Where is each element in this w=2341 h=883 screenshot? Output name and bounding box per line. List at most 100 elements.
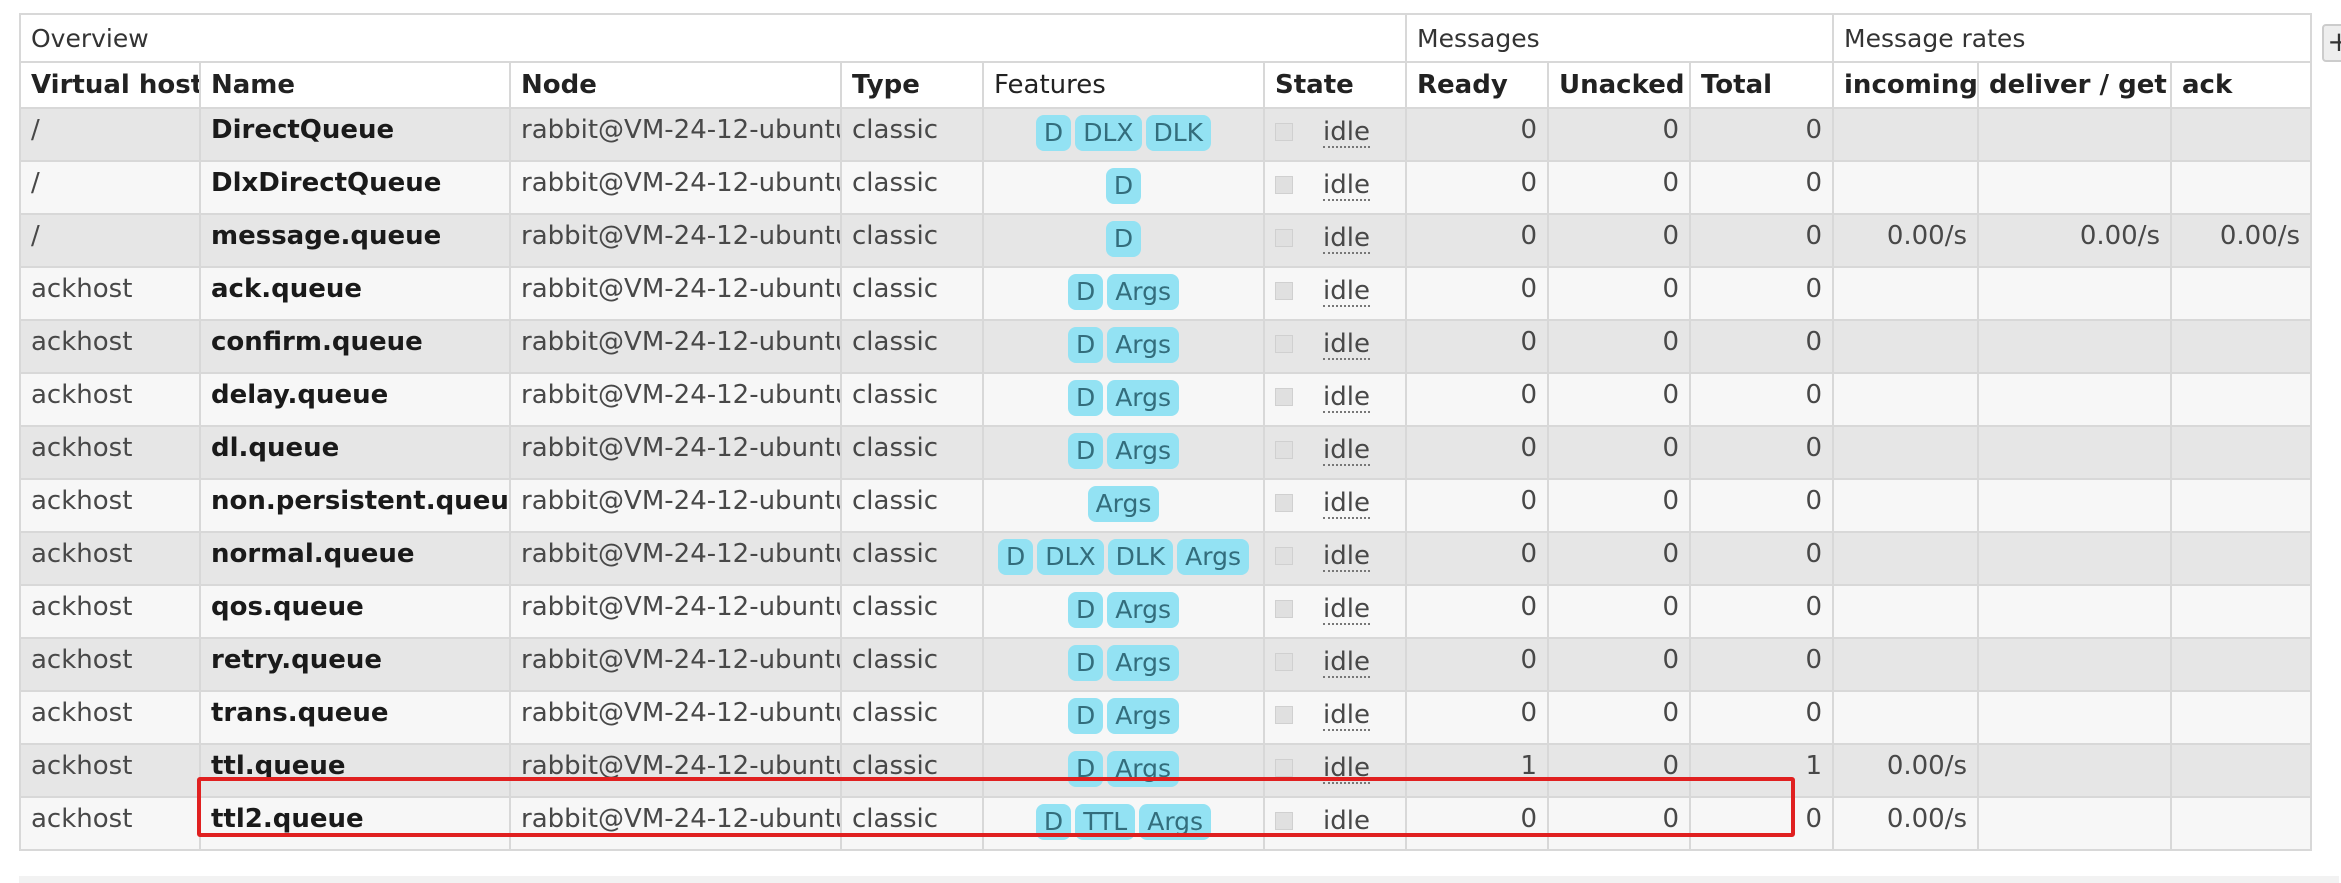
queue-name-link[interactable]: retry.queue — [199, 637, 511, 692]
queue-name-link[interactable]: DirectQueue — [199, 107, 511, 162]
type-cell: classic — [840, 796, 984, 851]
ready-cell: 0 — [1405, 584, 1550, 639]
queues-panel: Overview Messages Message rates Virtual … — [18, 13, 2313, 851]
state-cell: idle — [1262, 372, 1408, 427]
state-indicator-icon — [1275, 812, 1293, 830]
col-state[interactable]: State — [1262, 61, 1408, 109]
state-cell: idle — [1262, 531, 1408, 586]
incoming-rate-cell — [1832, 107, 1980, 162]
queue-row[interactable]: ackhost trans.queue rabbit@VM-24-12-ubuntu… — [19, 690, 2313, 745]
state-label: idle — [1323, 435, 1370, 466]
add-columns-button[interactable]: + — [2322, 24, 2341, 62]
vhost-cell: ackhost — [19, 584, 201, 639]
feature-badge: D — [998, 539, 1034, 575]
incoming-rate-cell — [1832, 584, 1980, 639]
queue-name-link[interactable]: trans.queue — [199, 690, 511, 745]
queue-row[interactable]: ackhost ttl2.queue rabbit@VM-24-12-ubuntu c… — [19, 796, 2313, 851]
queue-row[interactable]: / DlxDirectQueue rabbit@VM-24-12-ubuntu cla… — [19, 160, 2313, 215]
queue-name-link[interactable]: normal.queue — [199, 531, 511, 586]
queue-name-link[interactable]: ttl.queue — [199, 743, 511, 798]
vhost-cell: ackhost — [19, 478, 201, 533]
queue-name-link[interactable]: dl.queue — [199, 425, 511, 480]
col-total[interactable]: Total — [1689, 61, 1835, 109]
ack-rate-cell: 0.00/s — [2170, 213, 2313, 268]
queue-rows: / DirectQueue rabbit@VM-24-12-ubuntu classi… — [19, 107, 2313, 851]
node-cell: rabbit@VM-24-12-ubuntu — [509, 160, 842, 215]
ack-rate-cell — [2170, 372, 2313, 427]
state-indicator-icon — [1275, 653, 1293, 671]
col-incoming[interactable]: incoming — [1832, 61, 1980, 109]
state-cell: idle — [1262, 160, 1408, 215]
state-indicator-icon — [1275, 706, 1293, 724]
queue-row[interactable]: ackhost delay.queue rabbit@VM-24-12-ubuntu… — [19, 372, 2313, 427]
feature-badge: D — [1067, 698, 1104, 734]
vhost-cell: / — [19, 213, 201, 268]
ack-rate-cell — [2170, 531, 2313, 586]
node-cell: rabbit@VM-24-12-ubuntu — [509, 478, 842, 533]
queue-row[interactable]: / DirectQueue rabbit@VM-24-12-ubuntu classi… — [19, 107, 2313, 162]
ready-cell: 0 — [1405, 160, 1550, 215]
col-ack[interactable]: ack — [2170, 61, 2313, 109]
feature-badge: TTL — [1075, 804, 1136, 840]
total-cell: 0 — [1689, 690, 1835, 745]
col-unacked[interactable]: Unacked — [1547, 61, 1692, 109]
col-ready[interactable]: Ready — [1405, 61, 1550, 109]
queue-name-link[interactable]: non.persistent.queue — [199, 478, 511, 533]
group-message-rates: Message rates — [1832, 13, 2313, 63]
ack-rate-cell — [2170, 796, 2313, 851]
deliver-get-rate-cell — [1977, 478, 2173, 533]
type-cell: classic — [840, 584, 984, 639]
state-label: idle — [1323, 382, 1370, 413]
queue-row[interactable]: ackhost qos.queue rabbit@VM-24-12-ubuntu cl… — [19, 584, 2313, 639]
queue-name-link[interactable]: DlxDirectQueue — [199, 160, 511, 215]
total-cell: 0 — [1689, 531, 1835, 586]
queue-row[interactable]: ackhost retry.queue rabbit@VM-24-12-ubuntu… — [19, 637, 2313, 692]
feature-badge: D — [1067, 751, 1104, 787]
type-cell: classic — [840, 743, 984, 798]
queue-row[interactable]: ackhost ack.queue rabbit@VM-24-12-ubuntu cl… — [19, 266, 2313, 321]
vhost-cell: ackhost — [19, 637, 201, 692]
features-cell: D Args — [982, 372, 1265, 427]
deliver-get-rate-cell — [1977, 425, 2173, 480]
feature-badge: Args — [1107, 592, 1180, 628]
features-cell: D Args — [982, 584, 1265, 639]
ack-rate-cell — [2170, 160, 2313, 215]
total-cell: 0 — [1689, 637, 1835, 692]
feature-badge: D — [1067, 327, 1104, 363]
queue-row[interactable]: ackhost dl.queue rabbit@VM-24-12-ubuntu cla… — [19, 425, 2313, 480]
vhost-cell: / — [19, 107, 201, 162]
ready-cell: 0 — [1405, 531, 1550, 586]
state-indicator-icon — [1275, 123, 1293, 141]
queue-name-link[interactable]: message.queue — [199, 213, 511, 268]
queue-row[interactable]: ackhost confirm.queue rabbit@VM-24-12-ubun… — [19, 319, 2313, 374]
ack-rate-cell — [2170, 478, 2313, 533]
state-indicator-icon — [1275, 282, 1293, 300]
ready-cell: 0 — [1405, 213, 1550, 268]
incoming-rate-cell — [1832, 372, 1980, 427]
queue-name-link[interactable]: ttl2.queue — [199, 796, 511, 851]
vhost-cell: ackhost — [19, 690, 201, 745]
queue-row[interactable]: ackhost ttl.queue rabbit@VM-24-12-ubuntu cl… — [19, 743, 2313, 798]
node-cell: rabbit@VM-24-12-ubuntu — [509, 319, 842, 374]
state-label: idle — [1323, 488, 1370, 519]
type-cell: classic — [840, 637, 984, 692]
col-type[interactable]: Type — [840, 61, 984, 109]
col-node[interactable]: Node — [509, 61, 842, 109]
col-vhost[interactable]: Virtual host — [19, 61, 201, 109]
total-cell: 0 — [1689, 425, 1835, 480]
node-cell: rabbit@VM-24-12-ubuntu — [509, 531, 842, 586]
feature-badge: Args — [1177, 539, 1249, 575]
state-indicator-icon — [1275, 335, 1293, 353]
queue-name-link[interactable]: confirm.queue — [199, 319, 511, 374]
queue-name-link[interactable]: ack.queue — [199, 266, 511, 321]
node-cell: rabbit@VM-24-12-ubuntu — [509, 372, 842, 427]
state-cell: idle — [1262, 584, 1408, 639]
queue-row[interactable]: ackhost normal.queue rabbit@VM-24-12-ubunt… — [19, 531, 2313, 586]
queue-row[interactable]: ackhost non.persistent.queue rabbit@VM-24-… — [19, 478, 2313, 533]
ready-cell: 0 — [1405, 637, 1550, 692]
queue-row[interactable]: / message.queue rabbit@VM-24-12-ubuntu clas… — [19, 213, 2313, 268]
queue-name-link[interactable]: qos.queue — [199, 584, 511, 639]
queue-name-link[interactable]: delay.queue — [199, 372, 511, 427]
col-name[interactable]: Name — [199, 61, 511, 109]
col-deliver-get[interactable]: deliver / get — [1977, 61, 2173, 109]
